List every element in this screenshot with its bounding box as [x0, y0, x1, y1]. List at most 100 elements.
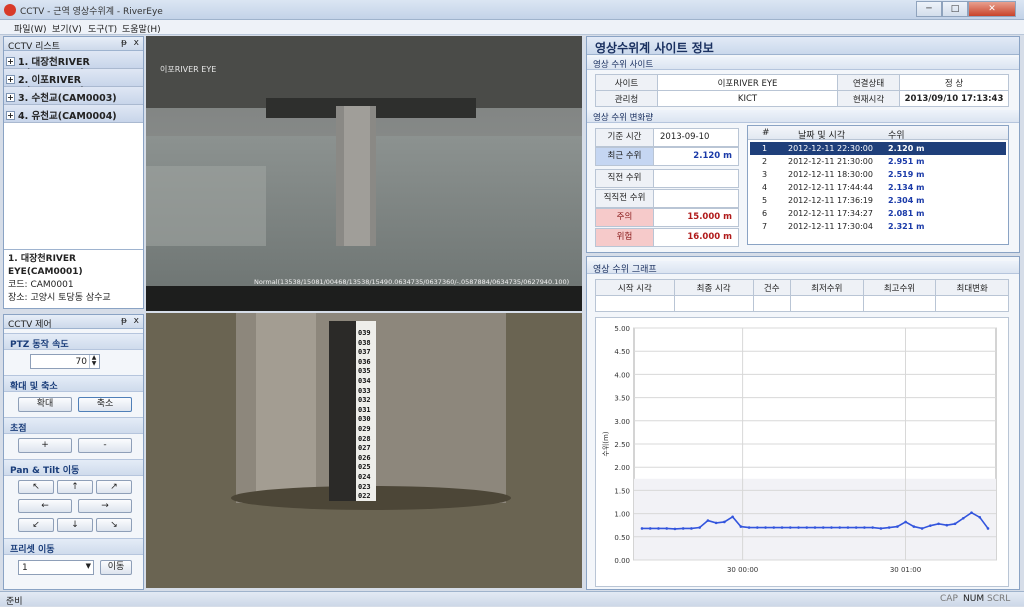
site-section-title: 영상 수위 사이트	[587, 57, 1019, 70]
pan-up-right-button[interactable]: ↗	[96, 480, 132, 494]
time-value: 2013/09/10 17:13:43	[899, 90, 1009, 107]
speed-spinner-icon[interactable]: ▲ ▼	[89, 355, 98, 368]
level-row-label: 직직전 수위	[596, 190, 654, 207]
gauge-scale: 039 038 037 036 035 034 033 032 031 030 029 028 027 0…	[358, 329, 376, 502]
menu-file[interactable]: 파일(W)	[14, 22, 46, 35]
tilt-up-button[interactable]: ↑	[57, 480, 93, 494]
history-cell-v: 2.134 m	[888, 183, 925, 192]
history-cell-v: 2.519 m	[888, 170, 925, 179]
history-cell-t: 2012-12-11 17:30:04	[788, 222, 873, 231]
history-row[interactable]: 6 2012-12-11 17:34:27 2.081 m	[750, 207, 1006, 220]
graph-summary-table: 시작 시각 최종 시각 건수 최저수위 최고수위 최대변화	[595, 279, 1009, 312]
y-tick-label: 4.50	[614, 348, 630, 356]
data-point	[747, 526, 751, 529]
data-point	[681, 527, 685, 530]
y-tick-label: 1.50	[614, 487, 630, 495]
close-icon[interactable]: x	[134, 38, 139, 48]
data-point	[698, 526, 701, 529]
expand-icon[interactable]: +	[6, 93, 15, 102]
gauge-number: 038	[358, 338, 371, 347]
video-bottom[interactable]: 039 038 037 036 035 034 033 032 031 030 029 028 027 0…	[146, 313, 582, 588]
cctv-item-4[interactable]: +4. 유천교(CAM0004)	[4, 105, 143, 123]
history-row[interactable]: 7 2012-12-11 17:30:04 2.321 m	[750, 220, 1006, 233]
history-row[interactable]: 4 2012-12-11 17:44:44 2.134 m	[750, 181, 1006, 194]
cctv-detail-code: 코드: CAM0001	[8, 280, 74, 290]
data-point	[714, 521, 718, 525]
chevron-down-icon[interactable]: ▼	[86, 562, 91, 570]
pan-right-button[interactable]: →	[78, 499, 132, 513]
chart-area[interactable]: 5.00 4.50 4.00 3.50 3.00 2.50 2.00 1.50 1.00 0.50…	[595, 317, 1009, 587]
manager-label: 관리청	[595, 90, 658, 107]
history-row[interactable]: 5 2012-12-11 17:36:19 2.304 m	[750, 194, 1006, 207]
pan-down-left-button[interactable]: ↙	[18, 518, 54, 532]
history-cell-t: 2012-12-11 17:34:27	[788, 209, 873, 218]
pan-left-button[interactable]: ←	[18, 499, 72, 513]
minimize-button[interactable]: ─	[916, 1, 942, 17]
cctv-control-title: CCTV 제어	[8, 320, 52, 330]
water-level-chart: 5.00 4.50 4.00 3.50 3.00 2.50 2.00 1.50 1.00 0.50…	[602, 325, 997, 574]
close-icon[interactable]: x	[134, 316, 139, 326]
level-row-value: 2.120 m	[693, 151, 732, 161]
data-point	[970, 511, 973, 514]
level-history-list[interactable]: # 날짜 및 시각 수위 1 2012-12-11 22:30:00 2.120 m…	[747, 125, 1009, 245]
zoom-out-button[interactable]: 축소	[78, 397, 132, 412]
expand-icon[interactable]: +	[6, 57, 15, 66]
data-point	[772, 526, 776, 529]
expand-icon[interactable]: +	[6, 75, 15, 84]
gauge-number: 033	[358, 386, 371, 395]
graph-cell	[752, 295, 791, 312]
menu-tools[interactable]: 도구(T)	[88, 22, 117, 35]
data-point	[937, 522, 940, 526]
level-row-label: 직전 수위	[596, 170, 654, 187]
zoom-in-button[interactable]: 확대	[18, 397, 72, 412]
data-point	[846, 526, 850, 529]
pan-down-right-button[interactable]: ↘	[96, 518, 132, 532]
focus-section: 초점	[4, 417, 143, 434]
maximize-button[interactable]: □	[942, 1, 968, 17]
pin-icon[interactable]: ᵽ	[121, 316, 127, 326]
graph-cell	[789, 295, 864, 312]
history-cell-n: 7	[762, 222, 768, 231]
cctv-detail: 1. 대장천RIVER EYE(CAM0001) 코드: CAM0001 장소:…	[4, 249, 143, 309]
cctv-item-2[interactable]: +2. 이포RIVER EYE(CAM0002)	[4, 69, 143, 97]
level-row-label: 최근 수위	[596, 148, 654, 165]
history-row[interactable]: 1 2012-12-11 22:30:00 2.120 m	[750, 142, 1006, 155]
data-point	[863, 526, 866, 529]
cctv-item-1[interactable]: +1. 대장천RIVER EYE(CAM0001)	[4, 51, 143, 79]
menu-view[interactable]: 보기(V)	[52, 22, 82, 35]
pin-icon[interactable]: ᵽ	[121, 38, 127, 48]
video-top[interactable]: 이포RIVER EYE Normal(13538/15081/00468/135…	[146, 36, 582, 311]
preset-select[interactable]: 1 ▼	[18, 560, 94, 575]
gauge-number: 037	[358, 348, 371, 357]
conn-label: 연결상태	[837, 74, 900, 91]
cctv-item-3[interactable]: +3. 수천교(CAM0003)	[4, 87, 143, 105]
expand-icon[interactable]: +	[6, 111, 15, 120]
data-point	[929, 524, 932, 527]
close-button[interactable]: ✕	[968, 1, 1016, 17]
pan-up-left-button[interactable]: ↖	[18, 480, 54, 494]
gauge-number: 034	[358, 376, 371, 385]
data-point	[904, 520, 907, 524]
status-bar: 준비 CAP NUM SCRL	[0, 591, 1024, 607]
site-info-table: 사이트 이포RIVER EYE 연결상태 정 상 관리청 KICT 현재시각 2…	[595, 74, 1009, 107]
tilt-down-button[interactable]: ↓	[57, 518, 93, 532]
gauge-number: 039	[358, 329, 371, 337]
preset-move-button[interactable]: 이동	[100, 560, 132, 575]
data-point	[896, 525, 899, 528]
history-row[interactable]: 2 2012-12-11 21:30:00 2.951 m	[750, 155, 1006, 168]
history-cell-t: 2012-12-11 17:36:19	[788, 196, 873, 205]
history-header: # 날짜 및 시각 수위	[748, 126, 1008, 141]
gauge-number: 027	[358, 444, 371, 453]
data-point	[953, 522, 957, 526]
focus-minus-button[interactable]: -	[78, 438, 132, 453]
focus-plus-button[interactable]: +	[18, 438, 72, 453]
graph-col-max: 최고수위	[862, 279, 937, 296]
history-row[interactable]: 3 2012-12-11 18:30:00 2.519 m	[750, 168, 1006, 181]
status-cap: CAP	[940, 594, 958, 604]
data-point	[723, 520, 726, 524]
gauge-number: 025	[358, 463, 371, 472]
gauge-number: 036	[358, 357, 371, 366]
y-tick-label: 1.00	[614, 511, 630, 519]
menu-help[interactable]: 도움말(H)	[122, 22, 161, 35]
history-cell-t: 2012-12-11 18:30:00	[788, 170, 873, 179]
